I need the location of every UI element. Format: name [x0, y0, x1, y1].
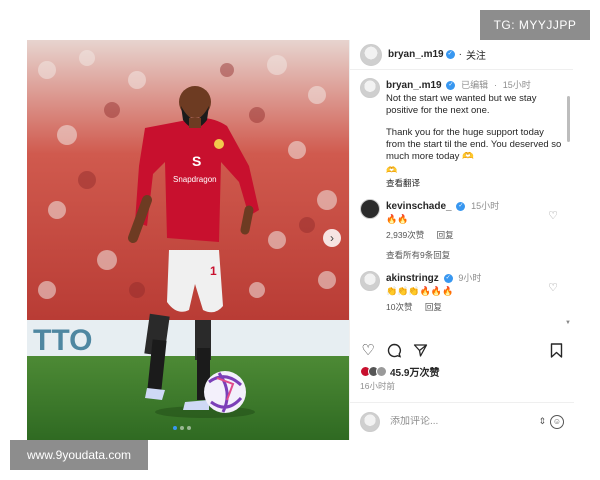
post-actions: ♡ — [360, 342, 564, 360]
follow-button[interactable]: 关注 — [466, 47, 486, 62]
comment-username[interactable]: kevinschade_ — [386, 201, 452, 212]
watermark-top: TG: MYYJJPP — [480, 10, 590, 40]
emoji-picker-icon[interactable]: ☺ — [550, 414, 564, 429]
view-replies-link[interactable]: 查看所有9条回复 — [386, 249, 564, 261]
avatar[interactable] — [360, 78, 380, 98]
comment-bubble-icon[interactable] — [386, 342, 402, 358]
post-timestamp: 16小时前 — [360, 381, 395, 391]
football-player-photo: TTO S Snapdragon 1 — [27, 40, 349, 440]
comment-input[interactable] — [390, 416, 539, 427]
sort-icon[interactable]: ⇕ — [538, 416, 546, 427]
heart-icon[interactable]: ♡ — [548, 281, 558, 294]
caption-text: Not the start we wanted but we stay posi… — [386, 93, 564, 163]
svg-text:TTO: TTO — [33, 324, 92, 357]
post-dialog: TTO S Snapdragon 1 › bryan_.m19 ✓ · 关注 b… — [27, 40, 574, 440]
like-heart-icon[interactable]: ♡ — [360, 342, 376, 359]
avatar[interactable] — [360, 271, 380, 291]
post-side-panel: bryan_.m19 ✓ · 关注 bryan_.m19 ✓ 已编辑 · 15小… — [349, 40, 574, 440]
likes-summary: 45.9万次赞 — [360, 364, 439, 379]
post-image: TTO S Snapdragon 1 › — [27, 40, 349, 440]
post-header: bryan_.m19 ✓ · 关注 — [350, 40, 573, 70]
verified-badge-icon: ✓ — [456, 201, 466, 211]
comments-list: bryan_.m19 ✓ 已编辑 · 15小时 Not the start we… — [360, 78, 564, 313]
carousel-dot — [187, 426, 191, 430]
add-comment-bar: ⇕ ☺ — [350, 402, 574, 440]
comment-likes[interactable]: 10次赞 — [386, 302, 412, 312]
bookmark-icon[interactable] — [548, 342, 564, 358]
comment-age: 15小时 — [471, 201, 500, 211]
next-image-button[interactable]: › — [323, 229, 341, 247]
heart-icon[interactable]: ♡ — [548, 209, 558, 222]
avatar[interactable] — [360, 199, 380, 219]
post-username[interactable]: bryan_.m19 — [388, 49, 444, 60]
liker-avatar — [376, 366, 387, 377]
verified-badge-icon: ✓ — [443, 273, 453, 283]
comment-username[interactable]: akinstringz — [386, 273, 439, 284]
carousel-dot — [173, 426, 177, 430]
caption-item: bryan_.m19 ✓ 已编辑 · 15小时 Not the start we… — [360, 78, 564, 189]
avatar[interactable] — [360, 43, 382, 66]
comment-item: kevinschade_ ✓ 15小时 🔥🔥 2,939次赞 回复 ♡ — [360, 199, 564, 241]
caption-username[interactable]: bryan_.m19 — [386, 80, 442, 91]
likes-count[interactable]: 45.9万次赞 — [390, 364, 439, 379]
chevron-right-icon: › — [330, 231, 334, 245]
caption-paragraph-1: Not the start we wanted but we stay posi… — [386, 93, 537, 116]
comment-text: 🔥🔥 — [386, 214, 409, 224]
caption-paragraph-2: Thank you for the huge support today fro… — [386, 127, 562, 162]
reply-button[interactable]: 回复 — [437, 230, 454, 240]
caption-emoji: 🫶 — [386, 165, 398, 175]
comments-scrollbar[interactable] — [567, 78, 570, 330]
watermark-bottom: www.9youdata.com — [10, 440, 148, 470]
carousel-dot — [180, 426, 184, 430]
see-translation-link[interactable]: 查看翻译 — [386, 177, 564, 189]
verified-badge-icon: ✓ — [446, 80, 456, 90]
scrollbar-thumb[interactable] — [567, 96, 570, 142]
scroll-down-arrow-icon[interactable]: ▼ — [565, 320, 571, 326]
avatar — [360, 411, 380, 432]
comment-likes[interactable]: 2,939次赞 — [386, 230, 424, 240]
caption-age: 15小时 — [502, 80, 531, 90]
verified-badge-icon: ✓ — [445, 50, 455, 59]
svg-text:S: S — [192, 153, 201, 169]
svg-text:Snapdragon: Snapdragon — [173, 175, 217, 184]
comment-age: 9小时 — [458, 273, 482, 283]
carousel-dots — [173, 426, 191, 430]
edited-label: 已编辑 — [461, 80, 489, 90]
comment-text: 👏👏👏🔥🔥🔥 — [386, 286, 454, 296]
share-send-icon[interactable] — [412, 342, 428, 358]
svg-text:1: 1 — [210, 264, 217, 278]
comment-item: akinstringz ✓ 9小时 👏👏👏🔥🔥🔥 10次赞 回复 ♡ — [360, 271, 564, 313]
reply-button[interactable]: 回复 — [425, 302, 442, 312]
